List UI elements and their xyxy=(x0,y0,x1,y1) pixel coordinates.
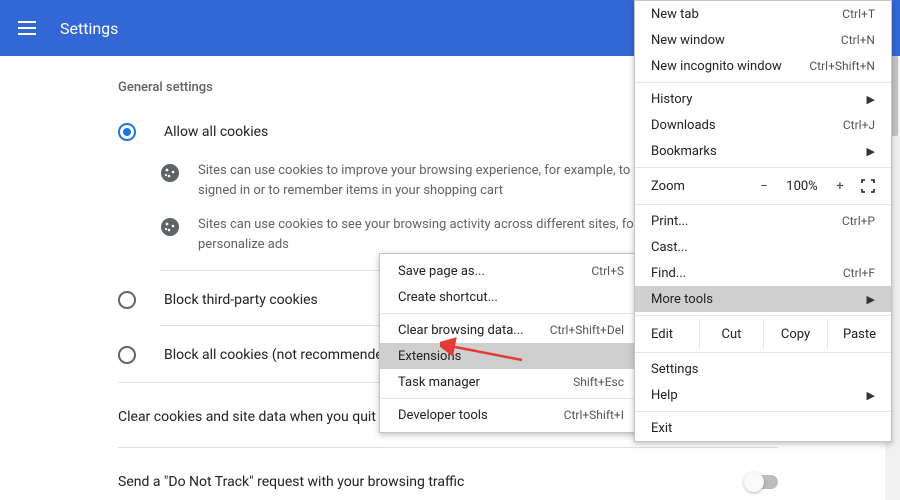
submenu-item-create-shortcut[interactable]: Create shortcut... xyxy=(380,284,642,310)
submenu-shortcut: Ctrl+S xyxy=(591,264,624,278)
menu-label: Downloads xyxy=(651,118,716,133)
submenu-item-save-page[interactable]: Save page as... Ctrl+S xyxy=(380,258,642,284)
menu-shortcut: Ctrl+N xyxy=(841,33,875,47)
submenu-label: Task manager xyxy=(398,375,480,390)
submenu-label: Save page as... xyxy=(398,264,485,279)
menu-label: Cast... xyxy=(651,240,688,255)
zoom-value: 100% xyxy=(781,179,823,194)
menu-label: New window xyxy=(651,33,725,48)
menu-label: Help xyxy=(651,388,678,403)
submenu-shortcut: Shift+Esc xyxy=(573,375,624,389)
submenu-arrow-icon: ▶ xyxy=(859,93,875,106)
menu-item-downloads[interactable]: Downloads Ctrl+J xyxy=(635,112,891,138)
menu-shortcut: Ctrl+Shift+N xyxy=(809,59,875,73)
radio-label: Block third-party cookies xyxy=(164,292,318,308)
submenu-shortcut: Ctrl+Shift+Del xyxy=(550,323,624,337)
submenu-label: Create shortcut... xyxy=(398,290,498,305)
menu-item-print[interactable]: Print... Ctrl+P xyxy=(635,208,891,234)
fullscreen-icon[interactable] xyxy=(857,179,879,193)
zoom-out-button[interactable]: − xyxy=(751,179,777,194)
menu-label: Edit xyxy=(651,327,699,342)
submenu-label: Extensions xyxy=(398,349,461,364)
edit-paste-button[interactable]: Paste xyxy=(827,319,891,349)
menu-item-edit: Edit Cut Copy Paste xyxy=(635,319,891,349)
edit-copy-button[interactable]: Copy xyxy=(763,319,827,349)
separator xyxy=(380,313,642,314)
menu-label: Zoom xyxy=(651,179,747,194)
menu-item-exit[interactable]: Exit xyxy=(635,415,891,441)
toggle-do-not-track[interactable]: Send a "Do Not Track" request with your … xyxy=(118,460,778,500)
separator xyxy=(635,352,891,353)
menu-item-settings[interactable]: Settings xyxy=(635,356,891,382)
separator xyxy=(635,204,891,205)
submenu-arrow-icon: ▶ xyxy=(859,145,875,158)
submenu-item-extensions[interactable]: Extensions xyxy=(380,343,642,369)
cookie-icon xyxy=(160,217,180,237)
menu-label: History xyxy=(651,92,692,107)
separator xyxy=(635,167,891,168)
divider xyxy=(118,447,778,448)
menu-shortcut: Ctrl+J xyxy=(843,118,875,132)
menu-shortcut: Ctrl+P xyxy=(842,214,875,228)
separator xyxy=(635,315,891,316)
submenu-shortcut: Ctrl+Shift+I xyxy=(564,408,624,422)
page-title: Settings xyxy=(60,19,118,38)
menu-item-new-window[interactable]: New window Ctrl+N xyxy=(635,27,891,53)
submenu-item-clear-data[interactable]: Clear browsing data... Ctrl+Shift+Del xyxy=(380,317,642,343)
chrome-menu: New tab Ctrl+T New window Ctrl+N New inc… xyxy=(634,0,892,442)
menu-label: Settings xyxy=(651,362,698,377)
separator xyxy=(380,398,642,399)
submenu-item-task-manager[interactable]: Task manager Shift+Esc xyxy=(380,369,642,395)
menu-label: Find... xyxy=(651,266,686,281)
submenu-more-tools: Save page as... Ctrl+S Create shortcut..… xyxy=(379,253,643,433)
menu-icon[interactable] xyxy=(18,21,36,35)
menu-label: New tab xyxy=(651,7,699,22)
menu-item-zoom: Zoom − 100% + xyxy=(635,171,891,201)
menu-item-bookmarks[interactable]: Bookmarks ▶ xyxy=(635,138,891,164)
submenu-label: Clear browsing data... xyxy=(398,323,524,338)
menu-label: Bookmarks xyxy=(651,144,717,159)
radio-label: Block all cookies (not recommended) xyxy=(164,347,396,363)
menu-item-more-tools[interactable]: More tools ▶ xyxy=(635,286,891,312)
edit-cut-button[interactable]: Cut xyxy=(699,319,763,349)
submenu-arrow-icon: ▶ xyxy=(859,293,875,306)
radio-icon[interactable] xyxy=(118,123,136,141)
menu-item-history[interactable]: History ▶ xyxy=(635,86,891,112)
radio-label: Allow all cookies xyxy=(164,124,268,140)
toggle-label: Send a "Do Not Track" request with your … xyxy=(118,474,464,490)
submenu-arrow-icon: ▶ xyxy=(859,389,875,402)
zoom-in-button[interactable]: + xyxy=(827,179,853,194)
separator xyxy=(635,411,891,412)
menu-label: More tools xyxy=(651,292,713,307)
menu-label: Exit xyxy=(651,421,672,436)
radio-icon[interactable] xyxy=(118,291,136,309)
submenu-label: Developer tools xyxy=(398,408,488,423)
menu-item-help[interactable]: Help ▶ xyxy=(635,382,891,408)
menu-label: New incognito window xyxy=(651,59,782,74)
cookie-icon xyxy=(160,163,180,183)
menu-item-cast[interactable]: Cast... xyxy=(635,234,891,260)
switch[interactable] xyxy=(744,475,778,489)
radio-icon[interactable] xyxy=(118,346,136,364)
menu-shortcut: Ctrl+F xyxy=(843,266,875,280)
separator xyxy=(635,82,891,83)
menu-item-find[interactable]: Find... Ctrl+F xyxy=(635,260,891,286)
submenu-item-dev-tools[interactable]: Developer tools Ctrl+Shift+I xyxy=(380,402,642,428)
menu-item-new-incognito[interactable]: New incognito window Ctrl+Shift+N xyxy=(635,53,891,79)
menu-item-new-tab[interactable]: New tab Ctrl+T xyxy=(635,1,891,27)
menu-shortcut: Ctrl+T xyxy=(842,7,875,21)
menu-label: Print... xyxy=(651,214,688,229)
